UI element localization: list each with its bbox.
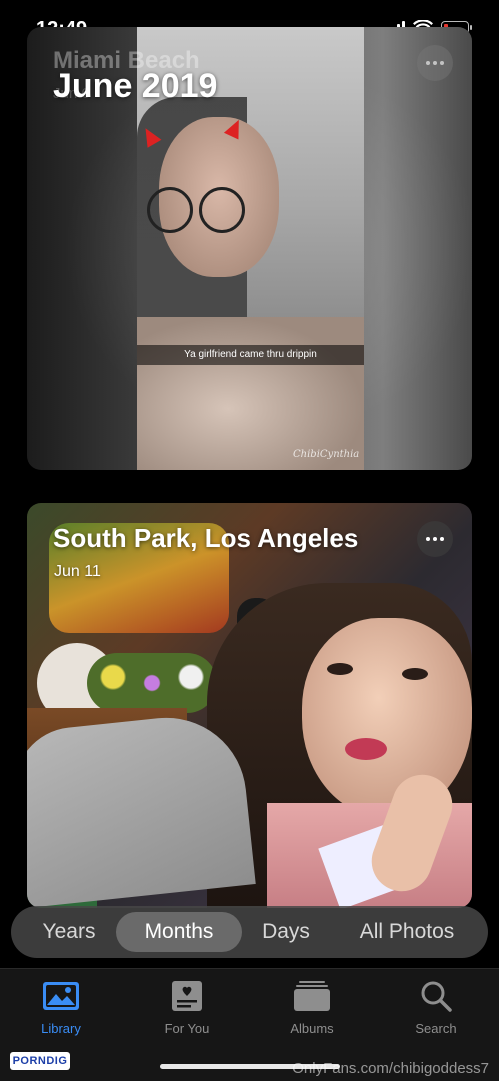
albums-icon	[294, 981, 330, 1011]
tab-library[interactable]: Library	[6, 979, 116, 1036]
month-card-june-2019[interactable]: Ya girlfriend came thru drippin ChibiCyn…	[27, 27, 472, 470]
tab-label: Albums	[290, 1021, 334, 1036]
watermark-badge: PORNDIG	[10, 1052, 70, 1070]
tab-search[interactable]: Search	[381, 979, 491, 1036]
photo-signature: ChibiCynthia	[293, 449, 360, 460]
tab-label: Library	[41, 1021, 81, 1036]
segment-all-photos[interactable]: All Photos	[341, 912, 473, 952]
view-segmented-control: Years Months Days All Photos	[11, 906, 488, 958]
photo-library-icon	[43, 982, 79, 1010]
segment-months[interactable]: Months	[116, 912, 242, 952]
more-options-button[interactable]	[417, 521, 453, 557]
card-title: South Park, Los Angeles	[53, 523, 359, 553]
segment-days[interactable]: Days	[247, 912, 325, 952]
tab-for-you[interactable]: For You	[132, 979, 242, 1036]
tab-label: For You	[164, 1021, 210, 1036]
tab-albums[interactable]: Albums	[257, 979, 367, 1036]
watermark-credit: OnlyFans.com/chibigoddess7	[292, 1060, 489, 1077]
tab-label: Search	[415, 1021, 457, 1036]
card-subtitle: Jun 11	[54, 563, 101, 580]
photo-caption: Ya girlfriend came thru drippin	[137, 345, 364, 365]
search-icon	[421, 981, 452, 1012]
for-you-icon	[172, 981, 202, 1011]
month-card-south-park[interactable]: South Park, Los Angeles Jun 11	[27, 503, 472, 908]
card-title: June 2019	[53, 67, 218, 105]
segment-years[interactable]: Years	[25, 912, 113, 952]
more-options-button[interactable]	[417, 45, 453, 81]
